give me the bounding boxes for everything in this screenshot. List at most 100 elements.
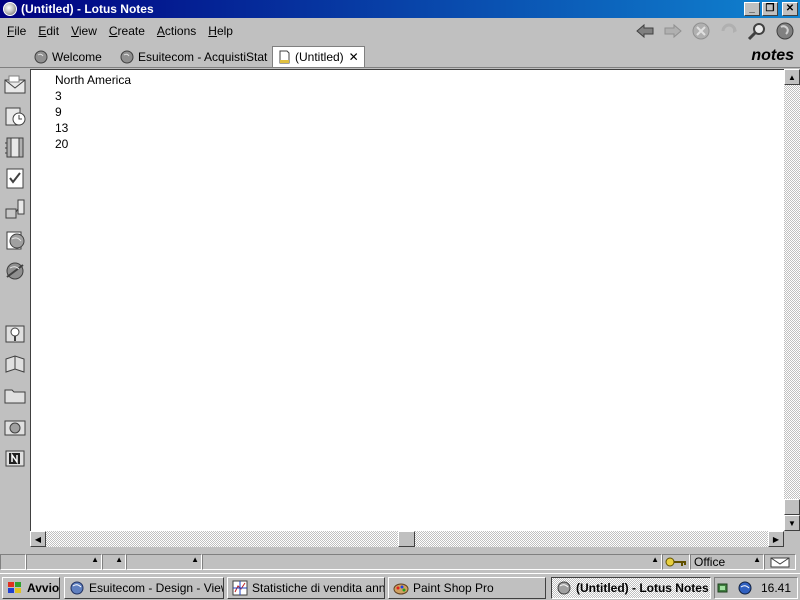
task-label: Statistiche di vendita anno...: [252, 581, 385, 595]
bookmark-bar: [0, 69, 30, 547]
menu-file-label: ile: [14, 24, 27, 38]
minimize-button[interactable]: _: [744, 2, 760, 16]
status-bar: ▲ ▲ ▲ ▲ Office ▲: [0, 553, 800, 571]
lotus-notes-icon: [70, 581, 84, 595]
tab-untitled-label: (Untitled): [295, 50, 344, 64]
location-label: Office: [694, 555, 726, 569]
task-label: Esuitecom - Design - View...: [89, 581, 224, 595]
location-dropdown[interactable]: Office ▲: [690, 554, 764, 570]
menu-view-label: iew: [78, 24, 97, 38]
globe-icon[interactable]: [774, 21, 796, 41]
document-content: North America 3 9 13 20: [55, 72, 131, 152]
mail-status-icon[interactable]: [764, 554, 796, 570]
back-arrow-icon[interactable]: [634, 21, 656, 41]
palette-icon: [393, 583, 409, 595]
title-bar: (Untitled) - Lotus Notes _ ❐ ✕: [0, 0, 800, 18]
calendar-icon[interactable]: [3, 104, 27, 128]
scrollbar-corner: [784, 531, 800, 547]
web-browser-icon[interactable]: [3, 228, 27, 252]
vertical-scroll-thumb[interactable]: [784, 499, 800, 515]
forward-arrow-icon[interactable]: [662, 21, 684, 41]
globe-icon: [34, 50, 48, 63]
restore-button[interactable]: ❐: [762, 2, 778, 16]
window-controls: _ ❐ ✕: [744, 2, 798, 16]
mail-icon[interactable]: [3, 73, 27, 97]
task-lotus-notes[interactable]: (Untitled) - Lotus Notes: [551, 577, 711, 599]
clock: 16.41: [760, 581, 791, 595]
scroll-up-button[interactable]: ▲: [784, 69, 800, 85]
status-font-dropdown[interactable]: ▲: [26, 554, 102, 570]
refresh-icon[interactable]: [718, 21, 740, 41]
menu-edit-label: dit: [46, 24, 60, 38]
databases-icon[interactable]: [3, 259, 27, 283]
lotus-notes-icon: [3, 2, 17, 16]
horizontal-scroll-thumb[interactable]: [398, 531, 415, 547]
document-line-value: 20: [55, 137, 69, 151]
favorites-icon[interactable]: [3, 321, 27, 345]
close-tab-icon[interactable]: ✕: [348, 51, 360, 63]
windows-logo-icon: [8, 582, 21, 593]
document-line-value: 13: [55, 121, 69, 135]
notes-app-icon[interactable]: [3, 445, 27, 469]
chart-app-icon: [232, 580, 248, 596]
bookmark-book-icon[interactable]: [3, 352, 27, 376]
globe-icon: [120, 50, 134, 63]
document-line-region: North America: [55, 73, 132, 87]
tab-esuitecom-label: Esuitecom - AcquistiStat: [138, 49, 268, 64]
status-size-dropdown[interactable]: ▲: [102, 554, 126, 570]
window-title: (Untitled) - Lotus Notes: [21, 2, 154, 16]
tab-welcome-label: Welcome: [52, 49, 102, 64]
status-message-area[interactable]: ▲: [202, 554, 662, 570]
stop-icon[interactable]: [690, 21, 712, 41]
databases-globe-icon[interactable]: [3, 414, 27, 438]
vertical-scrollbar[interactable]: ▲ ▼: [784, 69, 800, 531]
close-button[interactable]: ✕: [782, 2, 798, 16]
task-label: Paint Shop Pro: [413, 581, 494, 595]
scroll-down-button[interactable]: ▼: [784, 515, 800, 531]
menu-create-label: reate: [117, 24, 145, 38]
menu-help-mnemonic: H: [208, 24, 217, 38]
document-body[interactable]: North America 3 9 13 20: [30, 69, 784, 531]
folder-icon[interactable]: [3, 383, 27, 407]
menu-create-mnemonic: C: [108, 24, 118, 38]
menu-edit[interactable]: Edit: [33, 24, 66, 38]
menu-view[interactable]: View: [66, 24, 104, 38]
document-icon: [279, 50, 290, 64]
task-paint-shop-pro[interactable]: Paint Shop Pro: [388, 577, 546, 599]
menu-help-label: elp: [216, 24, 233, 38]
key-icon[interactable]: [662, 554, 690, 570]
taskbar: Avvio Esuitecom - Design - View... Stati…: [0, 573, 800, 600]
start-label: Avvio: [27, 581, 60, 595]
replicator-icon[interactable]: [3, 197, 27, 221]
menu-actions-label: ctions: [164, 24, 197, 38]
lotus-notes-icon: [557, 581, 571, 595]
document-line-value: 3: [55, 89, 62, 103]
status-cell-blank: [0, 554, 26, 570]
address-book-icon[interactable]: [3, 135, 27, 159]
menu-help[interactable]: Help: [203, 24, 240, 38]
scroll-right-button[interactable]: ▶: [768, 531, 784, 547]
tab-esuitecom[interactable]: Esuitecom - AcquistiStat: [120, 46, 267, 67]
notes-brand-logo: notes: [751, 47, 794, 64]
menu-actions[interactable]: Actions: [152, 24, 203, 38]
menu-create[interactable]: Create: [104, 24, 152, 38]
tab-welcome[interactable]: Welcome: [34, 46, 102, 67]
start-button[interactable]: Avvio: [2, 577, 60, 599]
search-icon[interactable]: [746, 21, 768, 41]
task-statistiche[interactable]: Statistiche di vendita anno...: [227, 577, 385, 599]
todo-icon[interactable]: [3, 166, 27, 190]
horizontal-scrollbar[interactable]: ◀ ▶: [30, 531, 784, 547]
task-esuitecom-design[interactable]: Esuitecom - Design - View...: [64, 577, 224, 599]
menu-actions-mnemonic: A: [156, 24, 165, 38]
menu-view-mnemonic: V: [71, 24, 79, 38]
menu-file[interactable]: File: [2, 24, 33, 38]
window-tab-bar: Welcome Esuitecom - AcquistiStat (Untitl…: [0, 44, 800, 68]
globe-icon[interactable]: [737, 580, 753, 596]
scroll-left-button[interactable]: ◀: [30, 531, 46, 547]
tab-untitled[interactable]: (Untitled) ✕: [272, 46, 365, 67]
task-label: (Untitled) - Lotus Notes: [576, 581, 709, 595]
system-tray: 16.41: [714, 577, 798, 599]
network-icon[interactable]: [717, 580, 733, 596]
document-line-value: 9: [55, 105, 62, 119]
status-style-dropdown[interactable]: ▲: [126, 554, 202, 570]
